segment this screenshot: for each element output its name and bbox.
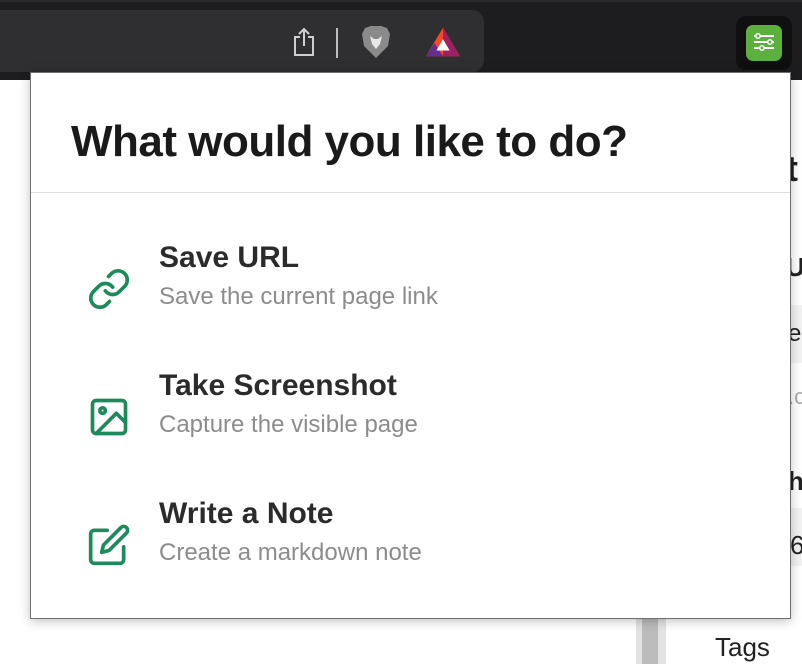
take-screenshot-subtitle: Capture the visible page — [159, 411, 418, 438]
browser-toolbar — [0, 0, 802, 80]
popup-title: What would you like to do? — [71, 117, 628, 166]
write-note-action[interactable]: Write a Note Create a markdown note — [71, 495, 751, 603]
edit-note-icon — [85, 521, 133, 569]
brave-lion-icon[interactable] — [358, 22, 394, 62]
address-bar[interactable] — [0, 10, 484, 72]
extension-popup: What would you like to do? Save URL Save… — [30, 72, 791, 619]
image-icon — [85, 393, 133, 441]
background-input-fragment-2: 6 — [790, 530, 802, 560]
extension-button-wrapper — [736, 16, 792, 70]
bat-rewards-icon[interactable] — [425, 22, 461, 62]
toolbar-top-border — [0, 0, 802, 2]
toolbar-separator — [336, 28, 338, 58]
write-note-subtitle: Create a markdown note — [159, 539, 422, 566]
link-icon — [85, 265, 133, 313]
write-note-title: Write a Note — [159, 497, 334, 530]
take-screenshot-action[interactable]: Take Screenshot Capture the visible page — [71, 367, 751, 475]
background-tags-label: Tags — [715, 632, 770, 662]
save-url-title: Save URL — [159, 241, 300, 274]
save-url-subtitle: Save the current page link — [159, 283, 438, 310]
take-screenshot-title: Take Screenshot — [159, 369, 397, 402]
note-extension-icon[interactable] — [746, 25, 782, 61]
save-url-action[interactable]: Save URL Save the current page link — [71, 239, 751, 347]
popup-divider — [31, 192, 790, 193]
share-icon[interactable] — [286, 22, 322, 62]
